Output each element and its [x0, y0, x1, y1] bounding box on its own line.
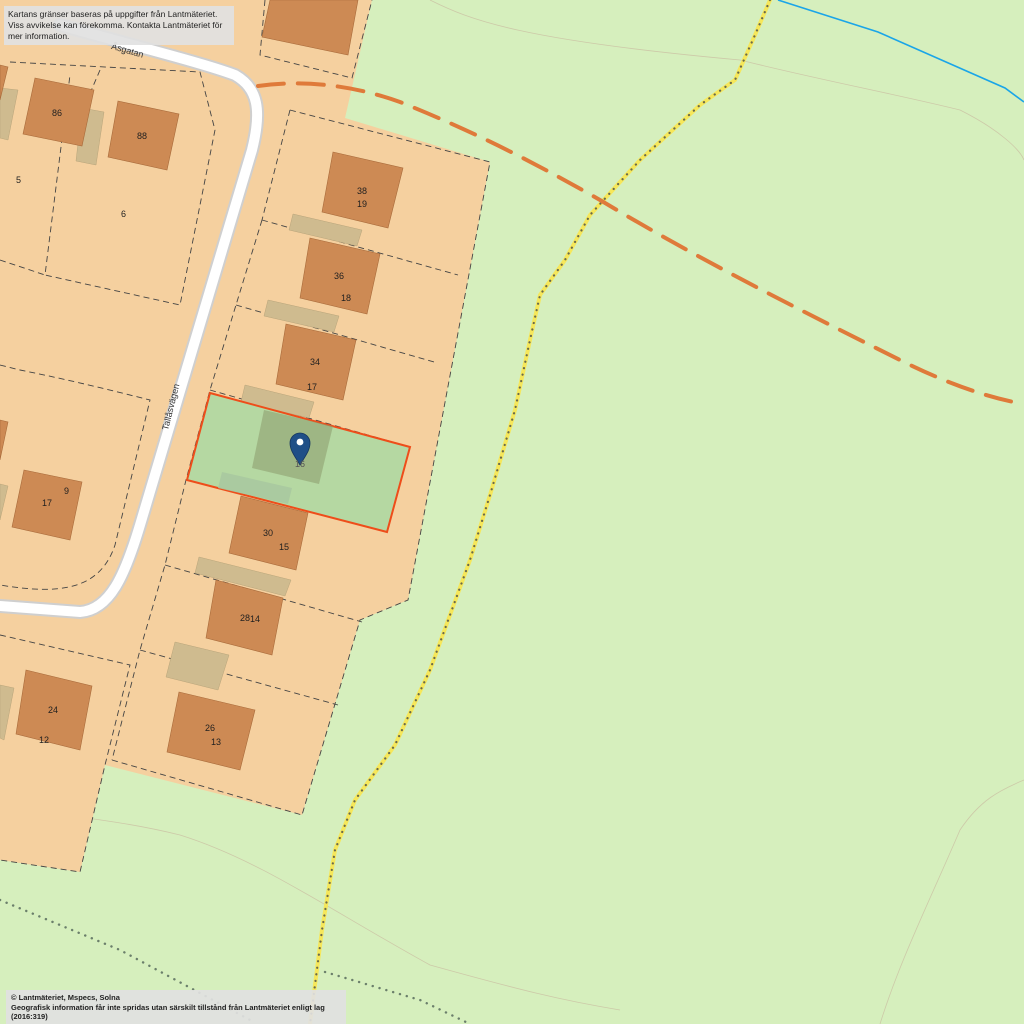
- parcel-number: 12: [39, 735, 50, 745]
- parcel-number: 19: [357, 199, 368, 209]
- copyright-line: © Lantmäteriet, Mspecs, Solna: [11, 993, 120, 1002]
- house-number: 38: [357, 186, 368, 196]
- house-number: 36: [334, 271, 345, 281]
- parcel-number: 15: [279, 542, 290, 552]
- house-number: 17: [42, 498, 53, 508]
- boundary-notice-line: Kartans gränser baseras på uppgifter frå…: [8, 9, 218, 19]
- parcel-number: 5: [16, 175, 22, 185]
- boundary-notice-line: Viss avvikelse kan förekomma. Kontakta L…: [8, 20, 223, 41]
- parcel-number: 13: [211, 737, 222, 747]
- copyright-notice: © Lantmäteriet, Mspecs, Solna Geografisk…: [6, 990, 346, 1024]
- parcel-number: 9: [64, 486, 70, 496]
- house-number: 86: [52, 108, 63, 118]
- parcel-number: 16: [295, 459, 306, 469]
- boundary-notice: Kartans gränser baseras på uppgifter frå…: [4, 6, 234, 45]
- house-number: 28: [240, 613, 251, 623]
- parcel-number: 18: [341, 293, 352, 303]
- parcel-number: 6: [121, 209, 127, 219]
- parcel-number: 17: [307, 382, 318, 392]
- map-layer: [0, 0, 1024, 1024]
- house-number: 24: [48, 705, 59, 715]
- house-number: 30: [263, 528, 274, 538]
- copyright-line: Geografisk information får inte spridas …: [11, 1002, 325, 1022]
- house-number: 34: [310, 357, 321, 367]
- map-canvas[interactable]: Åsgatan Tallåsvägen 86 88 5 6 38 19 36 1…: [0, 0, 1024, 1024]
- parcel-number: 14: [250, 614, 261, 624]
- house-number: 88: [137, 131, 148, 141]
- house-number: 26: [205, 723, 216, 733]
